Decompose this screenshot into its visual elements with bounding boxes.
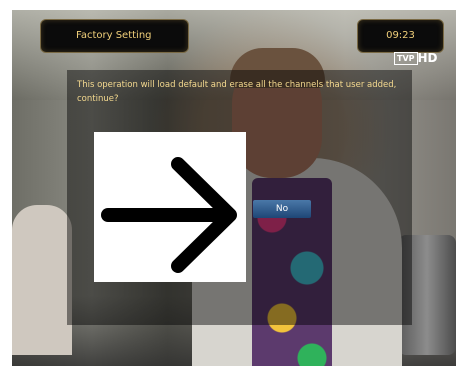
channel-brand: TVP <box>394 52 418 65</box>
arrow-right-icon <box>101 157 237 273</box>
background-chef <box>12 205 72 355</box>
dialog-message: This operation will load default and era… <box>77 80 397 104</box>
arrow-overlay <box>94 132 246 282</box>
channel-hd-label: HD <box>417 51 438 65</box>
no-button[interactable]: No <box>253 200 311 218</box>
clock: 09:23 <box>357 19 444 53</box>
tv-screen: Factory Setting 09:23 TVP HD This operati… <box>12 10 456 366</box>
page-title: Factory Setting <box>40 19 189 53</box>
channel-logo: TVP HD <box>394 51 450 65</box>
